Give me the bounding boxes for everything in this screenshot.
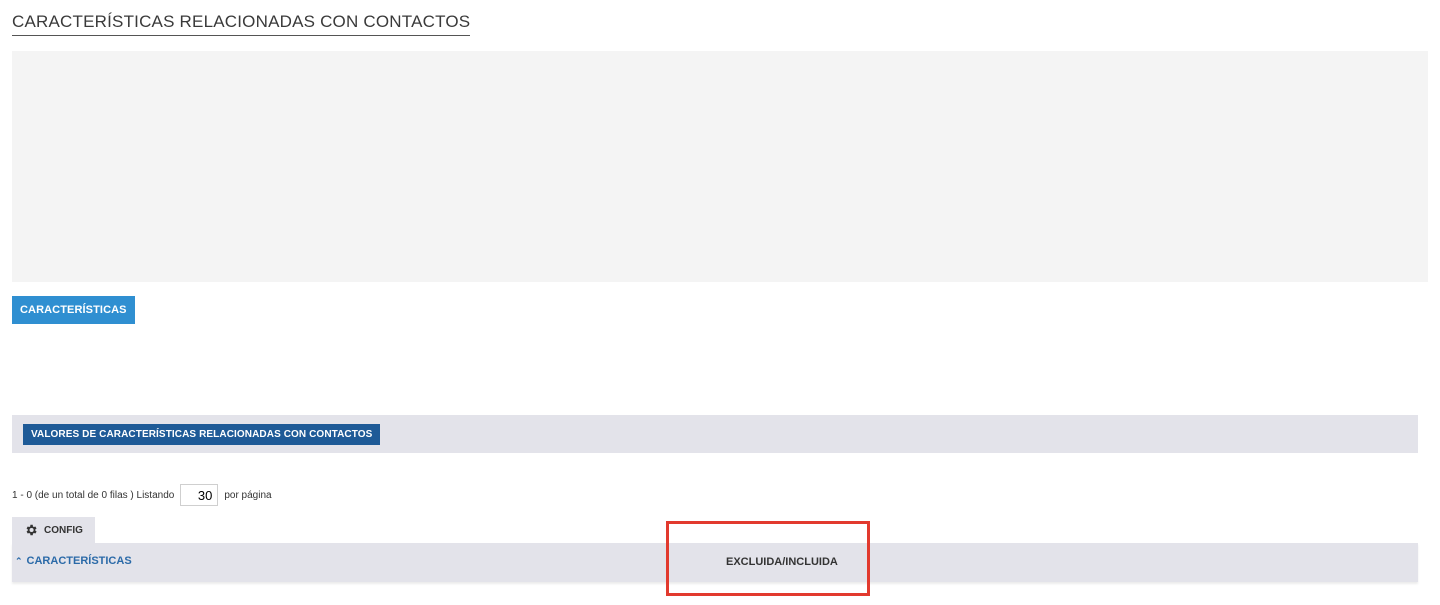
empty-content-panel [12, 51, 1428, 282]
config-button[interactable]: CONFIG [12, 517, 95, 543]
rows-per-page-input[interactable] [180, 484, 219, 506]
config-label: CONFIG [44, 524, 83, 536]
pagination-info: 1 - 0 (de un total de 0 filas ) Listando… [12, 483, 272, 507]
column-header-label: CARACTERÍSTICAS [26, 555, 132, 567]
valores-caracteristicas-button[interactable]: VALORES DE CARACTERÍSTICAS RELACIONADAS … [23, 424, 381, 445]
gear-icon [26, 524, 37, 536]
column-header-caracteristicas[interactable]: ⌃ CARACTERÍSTICAS [15, 555, 132, 567]
annotation-highlight-box [666, 521, 870, 596]
caracteristicas-button[interactable]: CARACTERÍSTICAS [12, 296, 135, 324]
pagination-suffix: por página [224, 489, 272, 501]
caret-up-icon: ⌃ [15, 555, 23, 566]
page-title: CARACTERÍSTICAS RELACIONADAS CON CONTACT… [12, 12, 471, 36]
section-bar: VALORES DE CARACTERÍSTICAS RELACIONADAS … [12, 415, 1418, 453]
pagination-summary: 1 - 0 (de un total de 0 filas ) Listando [12, 489, 175, 501]
